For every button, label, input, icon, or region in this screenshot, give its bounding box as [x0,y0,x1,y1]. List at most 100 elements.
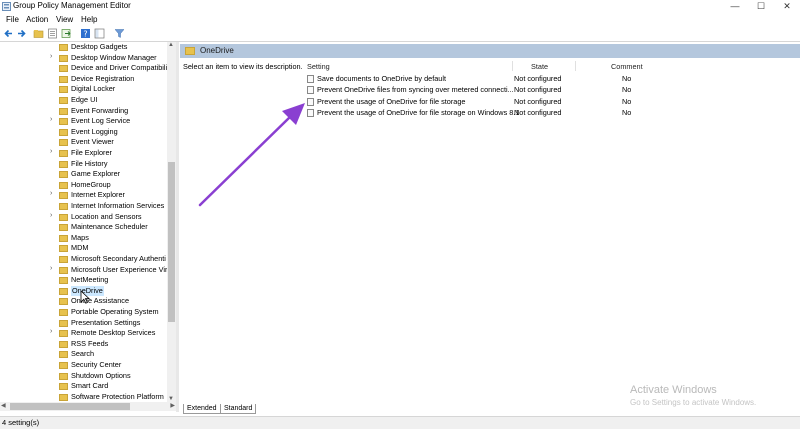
tree-item[interactable]: Device Registration [0,74,167,85]
setting-row[interactable]: Save documents to OneDrive by default Not… [306,73,646,84]
menu-file[interactable]: File [6,15,19,24]
tree-item[interactable]: Shutdown Options [0,371,167,382]
tree-item[interactable]: Smart Card [0,381,167,392]
tree-item[interactable]: › Internet Explorer [0,190,167,201]
mouse-cursor-icon [80,290,90,304]
folder-icon [59,160,68,168]
column-header-state[interactable]: State [531,62,548,71]
expand-chevron-icon[interactable]: › [50,148,52,155]
tree-item[interactable]: Software Protection Platform [0,392,167,402]
group-policy-app-icon [2,2,11,11]
title-bar: Group Policy Management Editor — ☐ ✕ [0,0,800,13]
menu-view[interactable]: View [56,15,73,24]
tree-item[interactable]: Security Center [0,360,167,371]
tree-item[interactable]: MDM [0,243,167,254]
expand-chevron-icon[interactable]: › [50,265,52,272]
tree-item[interactable]: Microsoft Secondary Authenti [0,254,167,265]
tree-item[interactable]: Maintenance Scheduler [0,222,167,233]
back-icon[interactable] [3,28,14,39]
menu-help[interactable]: Help [81,15,97,24]
tree-item-label: File Explorer [71,148,112,157]
tree-item[interactable]: › Location and Sensors [0,212,167,223]
tree-item-label: Digital Locker [71,84,116,94]
setting-row[interactable]: Prevent the usage of OneDrive for file s… [306,107,646,118]
pane-splitter[interactable] [176,42,179,412]
folder-icon [59,192,68,200]
tree-item-label: MDM [71,243,89,253]
expand-chevron-icon[interactable]: › [50,53,52,60]
filter-icon[interactable] [114,28,125,39]
scroll-left-icon[interactable]: ◀ [1,402,6,409]
properties-icon[interactable] [47,28,58,39]
tree-item[interactable]: HomeGroup [0,180,167,191]
folder-icon [59,256,68,263]
tab-standard[interactable]: Standard [220,404,257,414]
setting-row[interactable]: Prevent OneDrive files from syncing over… [306,84,646,95]
tree-item-label: Portable Operating System [71,307,159,316]
expand-chevron-icon[interactable]: › [50,328,52,335]
tree-item[interactable]: › Event Log Service [0,116,167,127]
tree-item-label: Event Logging [71,126,118,136]
tree-item[interactable]: NetMeeting [0,275,167,286]
scrollbar-thumb[interactable] [168,162,175,322]
tree-item[interactable]: Portable Operating System [0,307,167,318]
folder-icon [59,107,68,115]
tree-item[interactable]: Event Logging [0,127,167,138]
forward-icon[interactable] [16,28,27,39]
tree-item[interactable]: Desktop Gadgets [0,42,167,53]
tree-item[interactable]: › Desktop Window Manager [0,53,167,64]
maximize-button[interactable]: ☐ [748,0,774,13]
setting-state: Not configured [514,107,562,117]
tree-item[interactable]: Presentation Settings [0,318,167,329]
tab-extended[interactable]: Extended [183,404,221,414]
tree-item[interactable]: Edge UI [0,95,167,106]
column-header-comment[interactable]: Comment [611,62,643,71]
tree-item[interactable]: File History [0,159,167,170]
tree-item[interactable]: Event Viewer [0,137,167,148]
close-button[interactable]: ✕ [774,0,800,13]
column-divider[interactable] [575,61,576,71]
minimize-button[interactable]: — [722,0,748,13]
scroll-up-icon[interactable]: ▲ [168,42,174,48]
menu-action[interactable]: Action [26,15,48,24]
tree-item[interactable]: Maps [0,233,167,244]
tree-item-label: Edge UI [71,95,98,104]
tree-item[interactable]: › File Explorer [0,148,167,159]
tree-item-label: Event Viewer [71,137,114,147]
folder-icon [59,128,68,136]
show-hide-icon[interactable] [94,28,105,39]
folder-icon [59,266,68,274]
column-header-setting[interactable]: Setting [307,62,330,71]
expand-chevron-icon[interactable]: › [50,190,52,197]
tree-item-label: Remote Desktop Services [71,328,156,338]
expand-chevron-icon[interactable]: › [50,116,52,123]
tree-item[interactable]: Device and Driver Compatibilit [0,63,167,74]
tree-item[interactable]: Search [0,349,167,360]
scroll-right-icon[interactable]: ▶ [170,402,175,409]
export-icon[interactable] [61,28,72,39]
folder-icon [59,383,68,391]
folder-icon [59,372,68,380]
folder-icon [59,54,68,62]
tree-horizontal-scrollbar[interactable]: ◀ ▶ [0,402,176,411]
tree-vertical-scrollbar[interactable]: ▲ ▼ [167,42,176,402]
svg-text:?: ? [83,30,87,39]
tree-item[interactable]: Digital Locker [0,84,167,95]
tree-item[interactable]: › Microsoft User Experience Virtu [0,265,167,276]
setting-row[interactable]: Prevent the usage of OneDrive for file s… [306,96,646,107]
tree-item[interactable]: › Remote Desktop Services [0,328,167,339]
scrollbar-thumb[interactable] [10,403,130,410]
folder-icon [59,203,68,210]
tree-item[interactable]: RSS Feeds [0,339,167,350]
folder-icon [59,75,68,83]
tree-item[interactable]: Event Forwarding [0,106,167,117]
status-text: 4 setting(s) [2,418,40,427]
setting-setting: Prevent the usage of OneDrive for file s… [317,107,520,117]
column-divider[interactable] [512,61,513,71]
folder-icon [59,362,68,369]
expand-chevron-icon[interactable]: › [50,212,52,219]
help-icon[interactable]: ? [80,28,91,39]
tree-item[interactable]: Game Explorer [0,169,167,180]
folder-up-icon[interactable] [33,28,44,39]
tree-item[interactable]: Internet Information Services [0,201,167,212]
